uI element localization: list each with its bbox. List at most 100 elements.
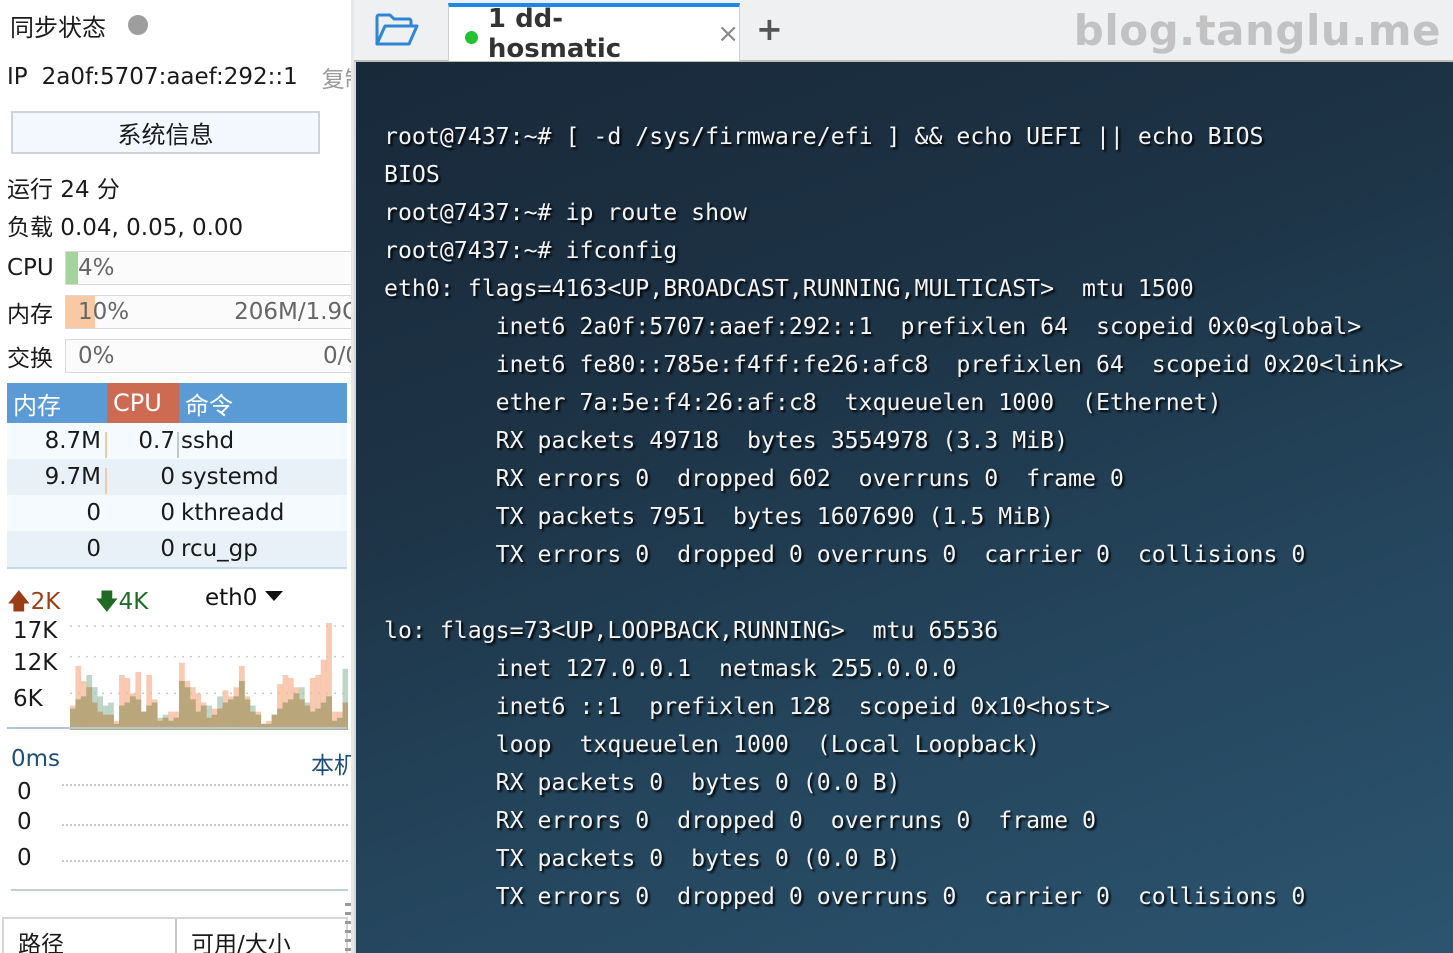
ip-label: IP [7,64,28,90]
ping-target-select[interactable]: 本机 [311,746,354,780]
terminal-line: TX errors 0 dropped 0 overruns 0 carrier… [384,541,1306,568]
swap-meter-label: 交换 [7,346,53,372]
overlap-bar [288,699,294,730]
process-table: 内存 CPU 命令 8.7M 0.7 sshd 9.7M 0 systemd 0… [7,383,347,569]
terminal-line: eth0: flags=4163<UP,BROADCAST,RUNNING,MU… [384,275,1194,302]
memory-meter-row: 内存 10% 206M/1.9G [7,295,354,329]
net-y-tick: 6K [13,686,43,712]
memory-meter-label: 内存 [7,302,53,328]
terminal-line: BIOS [384,161,440,188]
cpu-meter-fill [66,252,78,284]
ping-chart-baseline [11,889,348,891]
overlap-bar [179,681,185,730]
disk-available-header[interactable]: 可用/大小 [177,919,291,953]
command-header[interactable]: 命令 [179,383,347,423]
process-row[interactable]: 8.7M 0.7 sshd [7,423,347,459]
disk-table-header: 路径 可用/大小 [2,917,348,953]
process-table-body: 8.7M 0.7 sshd 9.7M 0 systemd 0 0 kthread… [7,423,347,567]
ping-gridline [62,860,348,862]
folder-open-icon [375,13,419,46]
tab-bar: 1 dd-hosmatic × + blog.tanglu.me [354,0,1453,64]
overlap-bar [124,702,131,730]
terminal-output: root@7437:~# [ -d /sys/firmware/efi ] &&… [384,118,1403,916]
terminal-line: inet 127.0.0.1 netmask 255.0.0.0 [384,655,957,682]
terminal-line: RX packets 49718 bytes 3554978 (3.3 MiB) [384,427,1069,454]
download-rate: 🡇4K [95,589,149,615]
open-folder-button[interactable] [374,12,420,48]
cpu-bar-mark [177,432,179,458]
process-cpu: 0.7 [138,428,175,454]
ping-y-tick: 0 [17,779,32,805]
terminal-line: loop txqueuelen 1000 (Local Loopback) [384,731,1041,758]
process-memory: 0 [86,500,101,526]
swap-meter-detail: 0/0 [322,343,354,369]
terminal-line: ether 7a:5e:f4:26:af:c8 txqueuelen 1000 … [384,389,1222,416]
process-command: sshd [181,428,235,454]
ping-y-tick: 0 [17,809,32,835]
network-header: 🡅2K 🡇4K eth0 [7,585,347,615]
process-memory: 0 [86,536,101,562]
overlap-bar [298,699,305,730]
new-tab-button[interactable]: + [756,10,783,48]
process-cpu: 0 [160,464,175,490]
load-average-text: 负载 0.04, 0.05, 0.00 [7,215,244,241]
cpu-meter-percent: 4% [78,255,115,281]
system-info-button[interactable]: 系统信息 [11,111,320,154]
overlap-bar [189,699,196,730]
process-memory: 9.7M [44,464,101,490]
cpu-meter-label: CPU [7,255,54,281]
overlap-bar [129,696,136,730]
process-command: systemd [181,464,279,490]
network-chart-baseline [7,727,347,729]
net-y-tick: 12K [13,650,58,676]
swap-meter-row: 交换 0% 0/0 [7,339,354,373]
sync-status-dot-icon [128,15,148,35]
terminal-line: TX packets 7951 bytes 1607690 (1.5 MiB) [384,503,1055,530]
sort-by-cpu-header[interactable]: CPU [107,383,179,423]
terminal-line: TX errors 0 dropped 0 overruns 0 carrier… [384,883,1306,910]
ping-gridline [62,784,348,786]
terminal[interactable]: root@7437:~# [ -d /sys/firmware/efi ] &&… [354,62,1453,953]
process-table-header: 内存 CPU 命令 [7,383,347,423]
process-cpu: 0 [160,500,175,526]
cpu-bar-mark [177,468,179,494]
disk-path-header[interactable]: 路径 [4,919,177,953]
copy-ip-button[interactable]: 复制 [322,60,354,94]
ping-latency: 0ms [11,746,61,772]
overlap-bar [80,696,87,730]
terminal-line: RX errors 0 dropped 0 overruns 0 frame 0 [384,807,1096,834]
process-memory: 8.7M [44,428,101,454]
overlap-bar [282,702,289,730]
sync-status-label: 同步状态 [10,13,106,42]
arrow-up-icon: 🡅 [7,589,31,615]
ping-y-tick: 0 [17,845,32,871]
overlap-bar [320,702,327,730]
terminal-line: lo: flags=73<UP,LOOPBACK,RUNNING> mtu 65… [384,617,999,644]
ping-gridline [62,824,348,826]
cpu-meter-row: CPU 4% [7,251,354,285]
process-row[interactable]: 0 0 rcu_gp [7,531,347,567]
overlap-bar [233,696,240,730]
sync-status: 同步状态 [10,8,148,42]
watermark: blog.tanglu.me [1073,6,1441,55]
caret-down-icon [265,591,284,601]
memory-meter-detail: 206M/1.9G [234,299,354,325]
sort-by-memory-header[interactable]: 内存 [7,383,107,423]
overlap-bar [342,702,348,730]
terminal-line: root@7437:~# ifconfig [384,237,678,264]
interface-select[interactable]: eth0 [205,585,284,611]
overlap-bar [244,699,251,730]
terminal-line: RX errors 0 dropped 602 overruns 0 frame… [384,465,1124,492]
arrow-down-icon: 🡇 [95,589,119,615]
close-tab-icon[interactable]: × [717,19,739,49]
terminal-line: inet6 2a0f:5707:aaef:292::1 prefixlen 64… [384,313,1362,340]
process-row[interactable]: 0 0 kthreadd [7,495,347,531]
process-row[interactable]: 9.7M 0 systemd [7,459,347,495]
overlap-bar [222,702,229,730]
terminal-line: TX packets 0 bytes 0 (0.0 B) [384,845,901,872]
overlap-bar [86,687,93,730]
tab-dd-hosmatic[interactable]: 1 dd-hosmatic × [448,3,740,64]
cpu-meter: 4% [65,251,354,285]
overlap-bar [184,687,191,730]
